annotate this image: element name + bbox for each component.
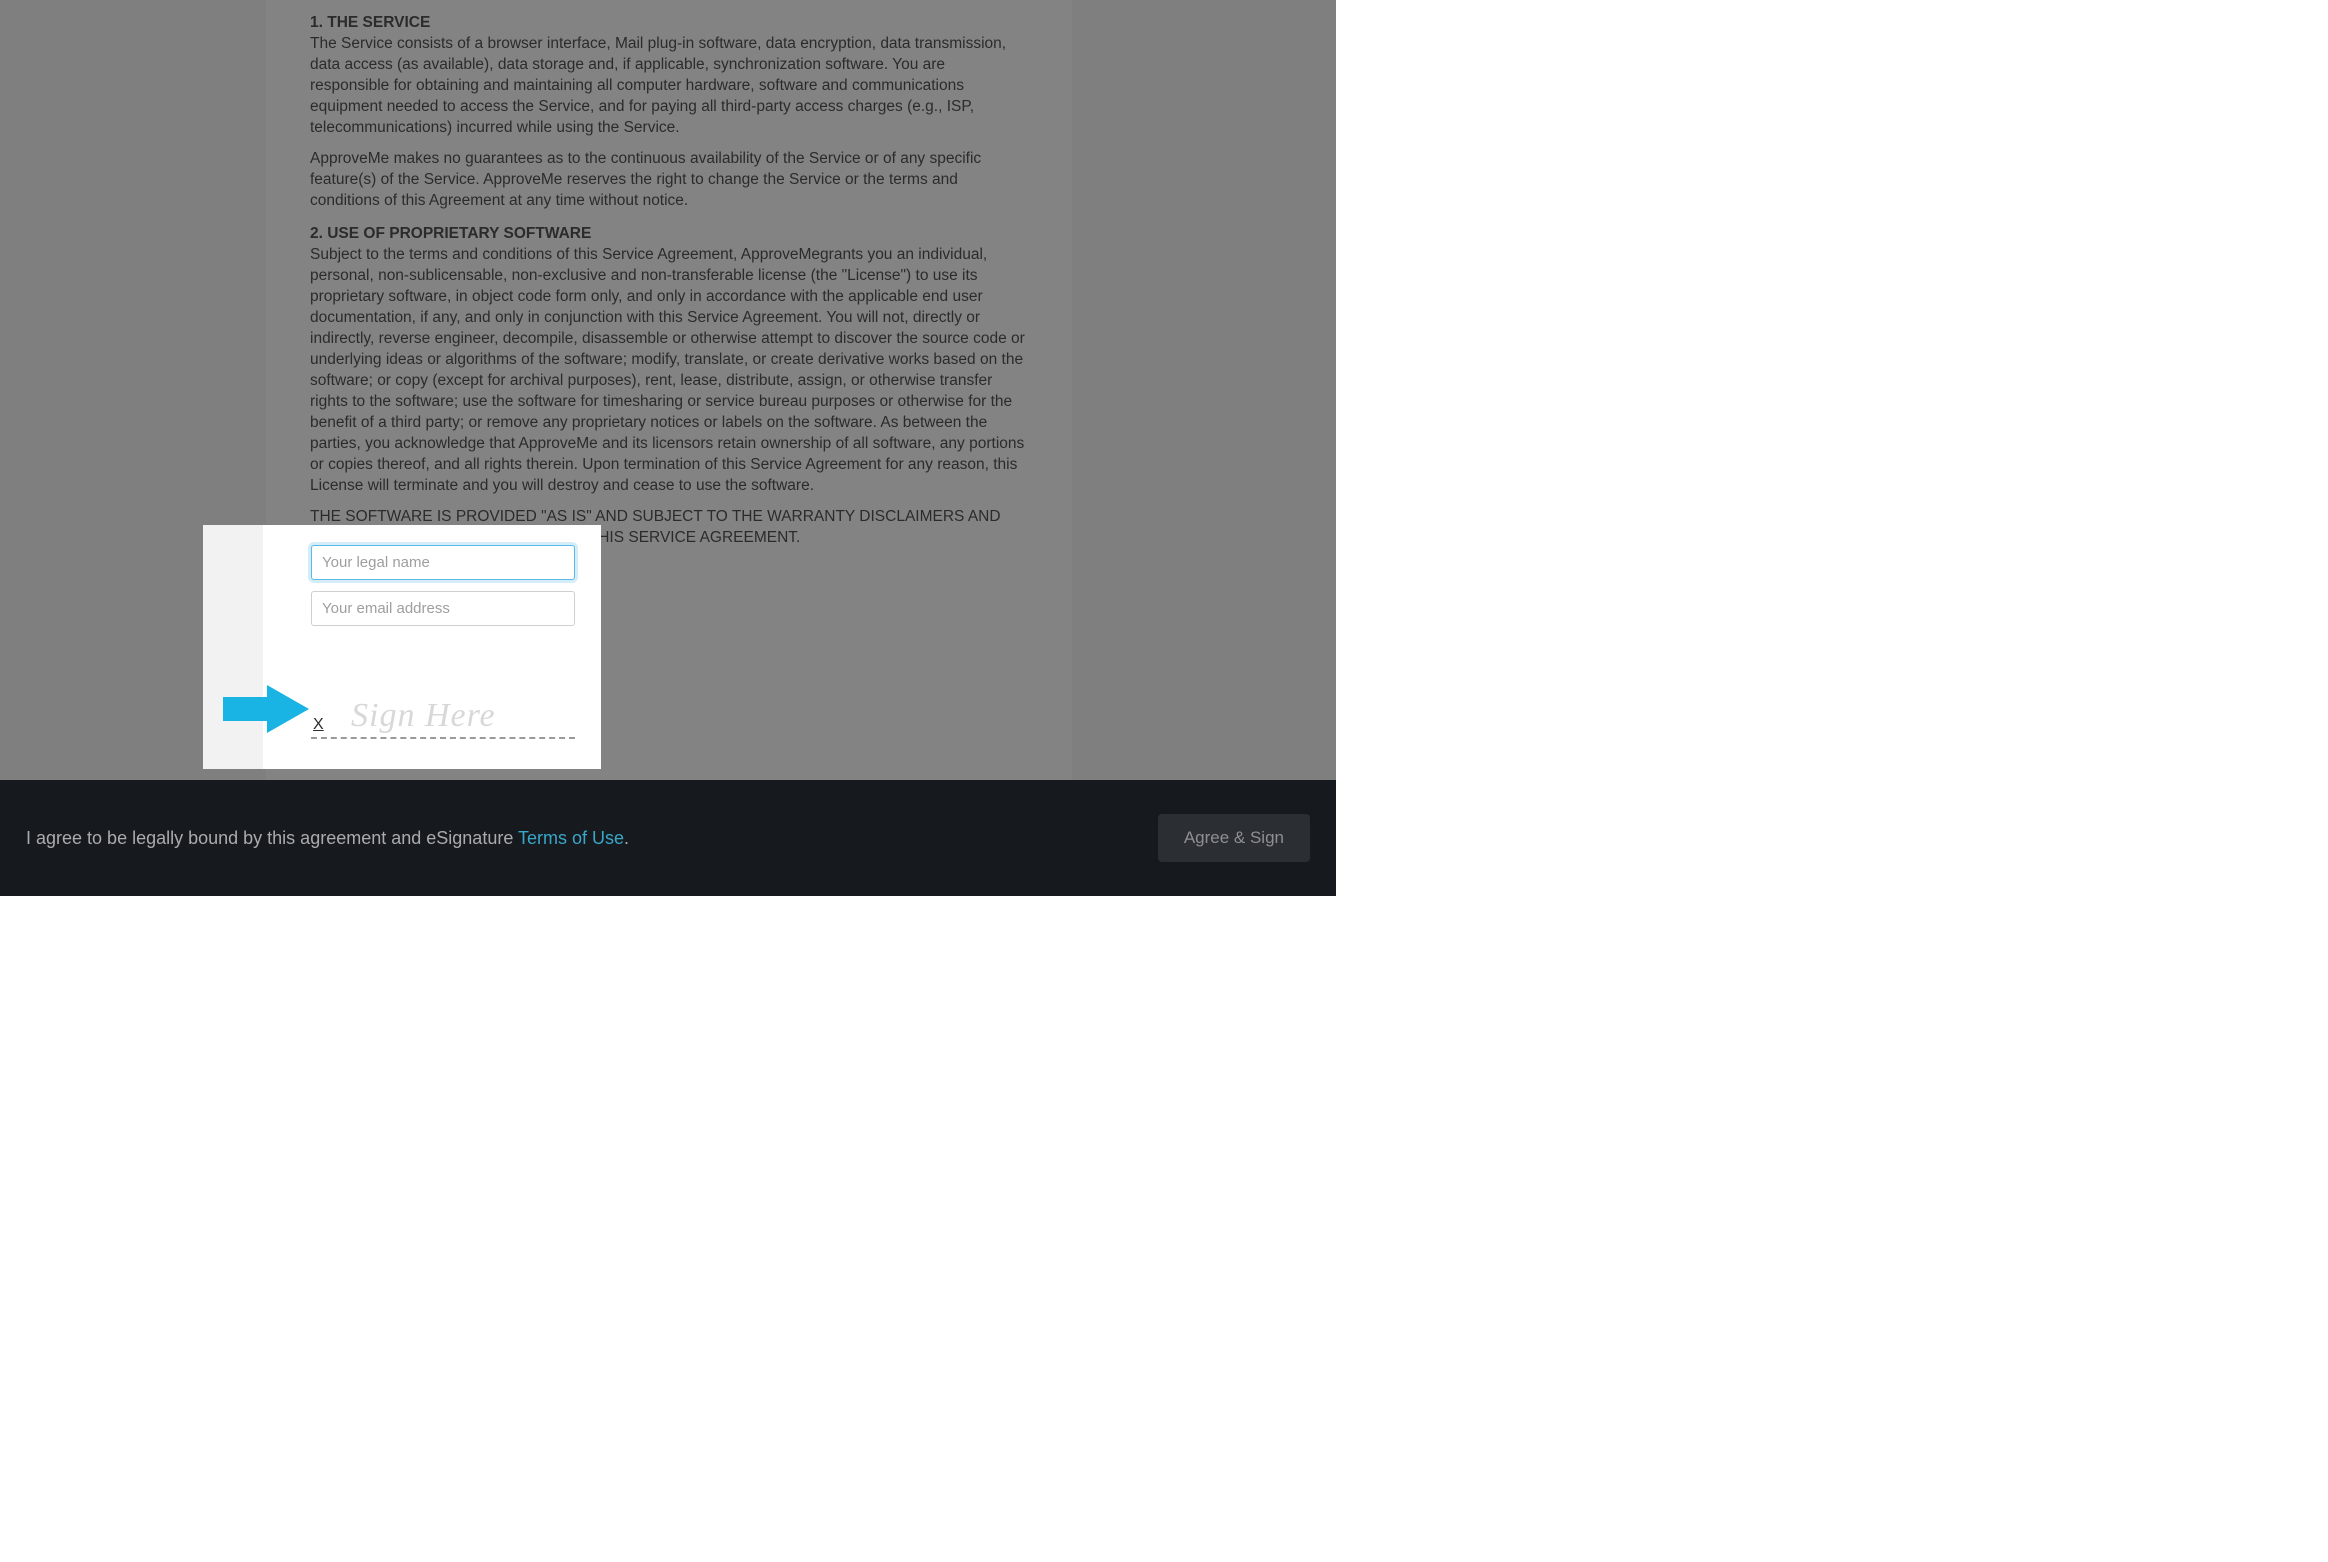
section-1-paragraph-2: ApproveMe makes no guarantees as to the … bbox=[310, 148, 1028, 211]
signature-x-mark: X bbox=[313, 716, 324, 734]
email-input[interactable] bbox=[311, 591, 575, 626]
arrow-right-icon bbox=[223, 685, 309, 733]
section-1-paragraph-1: The Service consists of a browser interf… bbox=[310, 33, 1028, 138]
signature-field[interactable]: X Sign Here bbox=[311, 691, 575, 739]
signature-placeholder: Sign Here bbox=[351, 697, 496, 735]
popup-content: X Sign Here bbox=[263, 525, 601, 769]
signature-popup: X Sign Here bbox=[203, 525, 601, 769]
signature-line bbox=[311, 737, 575, 739]
legal-name-input[interactable] bbox=[311, 545, 575, 580]
terms-of-use-link[interactable]: Terms of Use bbox=[518, 828, 624, 848]
section-2-title: 2. USE OF PROPRIETARY SOFTWARE bbox=[310, 223, 1028, 244]
footer-text-prefix: I agree to be legally bound by this agre… bbox=[26, 828, 518, 848]
section-2-paragraph-1: Subject to the terms and conditions of t… bbox=[310, 244, 1028, 496]
footer-agreement-text: I agree to be legally bound by this agre… bbox=[26, 828, 629, 849]
agree-and-sign-button[interactable]: Agree & Sign bbox=[1158, 814, 1310, 862]
footer-bar: I agree to be legally bound by this agre… bbox=[0, 780, 1336, 896]
footer-text-suffix: . bbox=[624, 828, 629, 848]
section-1-title: 1. THE SERVICE bbox=[310, 12, 1028, 33]
